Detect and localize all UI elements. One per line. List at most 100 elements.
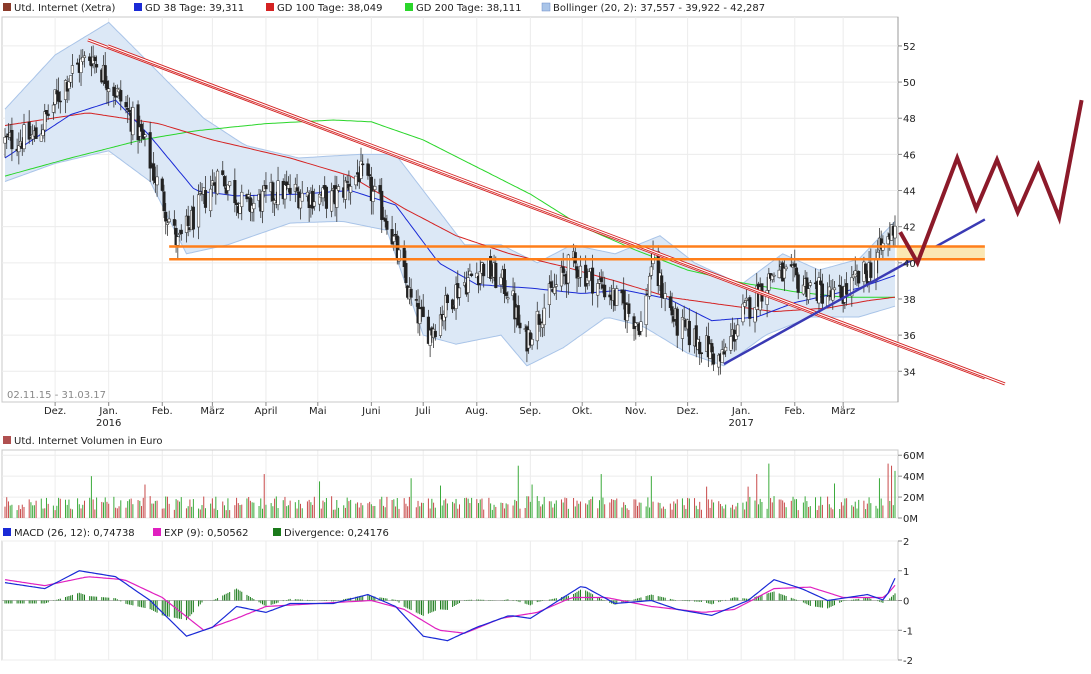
candle-body xyxy=(470,273,474,276)
legend-gd100-label: GD 100 Tage: 38,049 xyxy=(277,3,383,14)
candle-body xyxy=(549,281,553,288)
legend-swatch-exp xyxy=(153,528,161,536)
candle-body xyxy=(796,274,800,293)
candle-body xyxy=(349,186,353,193)
price-tick-label-48: 48 xyxy=(903,114,916,125)
candle-body xyxy=(578,265,583,278)
legend-swatch-gd38 xyxy=(134,3,142,11)
legend-bollinger-label: Bollinger (20, 2): 37,557 - 39,922 - 42,… xyxy=(553,3,765,14)
candle-body xyxy=(698,341,702,355)
candle-body xyxy=(729,336,733,351)
x-tick-label-Dez.: Dez. xyxy=(676,406,698,417)
candle-body xyxy=(874,258,878,281)
x-tick-label-Jan.: Jan. xyxy=(98,406,118,417)
candle-body xyxy=(482,263,486,277)
candle-body xyxy=(660,275,664,298)
x-tick-label-März: März xyxy=(200,406,224,417)
x-tick-label-März: März xyxy=(831,406,855,417)
candle-body xyxy=(518,322,522,329)
candle-body xyxy=(288,187,292,194)
candle-body xyxy=(81,56,85,62)
candle-body xyxy=(58,100,62,103)
candle-body xyxy=(124,102,128,108)
candle-body xyxy=(392,235,396,242)
candle-body xyxy=(499,276,503,286)
candle-body xyxy=(663,293,667,299)
candle-body xyxy=(383,218,387,222)
candle-body xyxy=(845,283,849,295)
candle-body xyxy=(51,104,55,113)
candle-body xyxy=(687,320,691,346)
price-tick-label-40: 40 xyxy=(903,259,916,270)
candle-body xyxy=(260,190,265,212)
candle-body xyxy=(445,294,449,303)
x-tick-label-Dez.: Dez. xyxy=(44,406,66,417)
candle-body xyxy=(228,181,232,186)
volume-tick-label-40M: 40M xyxy=(903,472,924,483)
candle-body xyxy=(457,287,462,298)
x-tick-label-April: April xyxy=(255,406,278,417)
candle-body xyxy=(3,136,7,144)
candle-body xyxy=(343,180,347,200)
macd-tick-label--1: -1 xyxy=(903,626,913,637)
candle-body xyxy=(70,65,74,74)
candle-body xyxy=(414,299,418,301)
candle-body xyxy=(793,263,797,267)
legend-gd38-label: GD 38 Tage: 39,311 xyxy=(145,3,244,14)
candle-body xyxy=(573,252,577,264)
legend-swatch-volume xyxy=(3,436,11,444)
candle-body xyxy=(542,307,546,326)
price-tick-label-38: 38 xyxy=(903,295,916,306)
macd-tick-label-1: 1 xyxy=(903,567,909,578)
date-range-label: 02.11.15 - 31.03.17 xyxy=(7,390,106,401)
price-tick-label-42: 42 xyxy=(903,223,916,234)
candle-body xyxy=(247,194,251,198)
candle-body xyxy=(10,129,14,150)
candle-body xyxy=(893,225,897,239)
candle-body xyxy=(777,269,781,279)
candle-body xyxy=(711,353,716,365)
candle-body xyxy=(404,263,408,284)
candle-body xyxy=(385,220,389,230)
candle-body xyxy=(88,56,92,61)
candle-body xyxy=(179,229,183,235)
candle-body xyxy=(838,284,842,287)
legend-gd200-label: GD 200 Tage: 38,111 xyxy=(416,3,522,14)
candle-body xyxy=(627,303,631,314)
candle-body xyxy=(622,290,626,304)
candle-body xyxy=(46,113,50,116)
candle-body xyxy=(252,203,256,210)
candle-body xyxy=(160,178,164,191)
candle-body xyxy=(209,188,213,212)
candle-body xyxy=(394,233,398,236)
volume-tick-label-0M: 0M xyxy=(903,514,918,525)
candle-body xyxy=(119,90,123,102)
candle-body xyxy=(186,215,190,227)
candle-body xyxy=(176,236,180,246)
candle-body xyxy=(839,286,843,299)
candle-body xyxy=(324,186,328,209)
macd-tick-label--2: -2 xyxy=(903,656,913,667)
legend-swatch-bollinger xyxy=(541,2,551,12)
candle-body xyxy=(131,107,135,136)
price-tick-label-50: 50 xyxy=(903,78,916,89)
x-tick-label-Mai: Mai xyxy=(309,406,327,417)
candle-body xyxy=(451,299,455,310)
candle-body xyxy=(271,182,275,202)
candle-body xyxy=(494,262,498,288)
candle-body xyxy=(197,194,201,228)
candle-body xyxy=(736,324,740,337)
candle-body xyxy=(148,132,152,169)
candle-body xyxy=(832,287,837,291)
candle-body xyxy=(506,297,510,300)
candle-body xyxy=(380,190,384,220)
candle-body xyxy=(373,186,377,190)
candle-body xyxy=(857,271,861,284)
candle-body xyxy=(794,267,799,276)
candle-body xyxy=(295,187,299,192)
candle-body xyxy=(221,170,225,175)
candle-body xyxy=(668,296,672,308)
x-tick-label-Aug.: Aug. xyxy=(465,406,488,417)
candle-body xyxy=(95,64,99,68)
candle-body xyxy=(330,190,334,212)
